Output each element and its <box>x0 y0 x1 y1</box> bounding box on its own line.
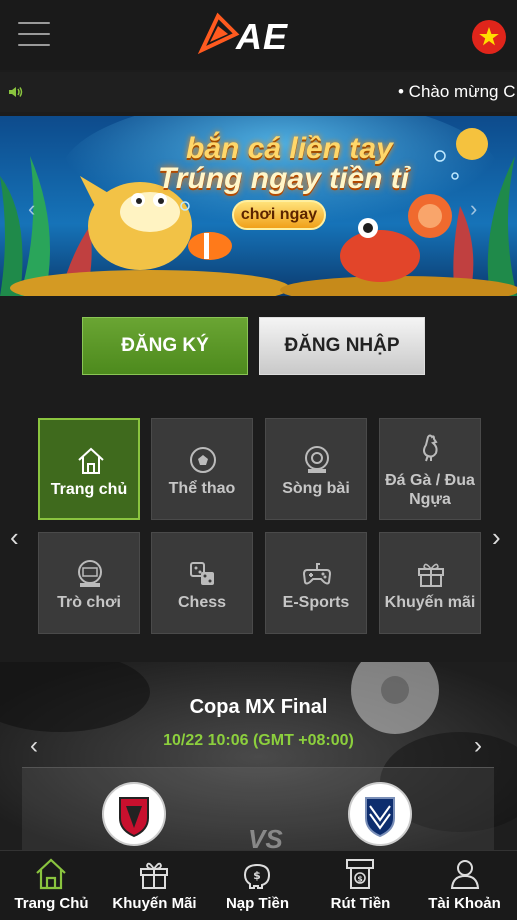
category-label: Khuyến mãi <box>384 594 476 611</box>
team-logo-home <box>102 782 166 846</box>
match-card[interactable]: VS <box>22 767 494 852</box>
match-title: Copa MX Final <box>189 696 328 718</box>
category-games[interactable]: Trò chơi <box>38 532 140 634</box>
grid-next-icon[interactable]: › <box>492 522 501 553</box>
category-label: Thể thao <box>168 480 236 497</box>
nav-label: Tài Khoản <box>428 895 501 912</box>
banner-next-icon[interactable]: › <box>470 196 477 222</box>
banner-prev-icon[interactable]: ‹ <box>28 196 35 222</box>
slot-machine-icon <box>78 560 102 587</box>
banner-subheadline: Trúng ngay tiền tỉ <box>158 162 410 195</box>
nav-withdraw[interactable]: $ Rút Tiền <box>309 851 412 920</box>
category-chess[interactable]: Chess <box>151 532 253 634</box>
category-label: E-Sports <box>282 594 350 611</box>
category-sports[interactable]: Thể thao <box>151 418 253 520</box>
register-button[interactable]: ĐĂNG KÝ <box>82 317 248 375</box>
marquee-text: • Chào mừng C <box>398 82 516 101</box>
play-now-button[interactable]: chơi ngay <box>232 200 326 230</box>
svg-text:$: $ <box>253 869 261 882</box>
menu-icon[interactable] <box>18 22 50 46</box>
category-label: Đá Gà / Đua Ngựa <box>385 472 475 508</box>
home-icon <box>36 858 66 890</box>
home-icon <box>78 447 104 474</box>
category-label: Trang chủ <box>50 481 128 498</box>
logo[interactable]: AE <box>196 10 306 58</box>
nav-label: Trang Chủ <box>14 895 89 912</box>
nav-promotions[interactable]: Khuyến Mãi <box>103 851 206 920</box>
dice-icon <box>190 562 214 585</box>
vietnam-flag-icon[interactable] <box>472 20 506 54</box>
match-next-icon[interactable]: › <box>474 732 482 760</box>
announcement-marquee: • Chào mừng C <box>0 72 517 112</box>
category-label: Sòng bài <box>282 480 350 497</box>
nav-label: Khuyến Mãi <box>112 895 197 912</box>
nav-label: Nạp Tiền <box>225 895 290 912</box>
promo-banner[interactable]: bắn cá liền tay Trúng ngay tiền tỉ chơi … <box>0 116 517 296</box>
speaker-icon <box>9 87 23 97</box>
team-logo-away <box>348 782 412 846</box>
user-icon <box>450 860 480 889</box>
rooster-icon <box>423 434 438 462</box>
nav-home[interactable]: Trang Chủ <box>0 851 103 920</box>
atm-withdraw-icon: $ <box>346 859 374 889</box>
versus-label: VS <box>248 824 283 852</box>
soccer-ball-icon <box>190 447 216 473</box>
bottom-navigation: Trang Chủ Khuyến Mãi $ Nạp Tiền $ Rút Ti… <box>0 850 517 920</box>
category-grid: ‹ › Trang chủ Thể thao Sòng bài Đá Gà / … <box>0 400 517 662</box>
category-casino[interactable]: Sòng bài <box>265 418 367 520</box>
match-highlight[interactable]: Copa MX Final 10/22 10:06 (GMT +08:00) ‹… <box>0 662 517 852</box>
svg-text:$: $ <box>357 875 363 884</box>
nav-account[interactable]: Tài Khoản <box>412 851 517 920</box>
grid-prev-icon[interactable]: ‹ <box>10 522 19 553</box>
banner-headline: bắn cá liền tay <box>186 132 393 165</box>
casino-chip-icon <box>305 446 329 473</box>
nav-label: Rút Tiền <box>330 895 391 912</box>
app-header: AE <box>0 0 517 70</box>
logo-text: AE <box>236 16 289 57</box>
gamepad-icon <box>302 563 332 585</box>
login-button[interactable]: ĐĂNG NHẬP <box>259 317 425 375</box>
gift-icon <box>418 563 444 587</box>
category-label: Trò chơi <box>57 594 121 611</box>
category-cockfight-racing[interactable]: Đá Gà / Đua Ngựa <box>379 418 481 520</box>
match-time: 10/22 10:06 (GMT +08:00) <box>163 732 354 749</box>
piggy-bank-icon: $ <box>243 863 271 889</box>
category-label: Chess <box>177 594 227 611</box>
gift-icon <box>140 862 168 889</box>
match-prev-icon[interactable]: ‹ <box>30 732 38 760</box>
category-promotions[interactable]: Khuyến mãi <box>379 532 481 634</box>
nav-deposit[interactable]: $ Nạp Tiền <box>206 851 309 920</box>
category-home[interactable]: Trang chủ <box>38 418 140 520</box>
category-esports[interactable]: E-Sports <box>265 532 367 634</box>
